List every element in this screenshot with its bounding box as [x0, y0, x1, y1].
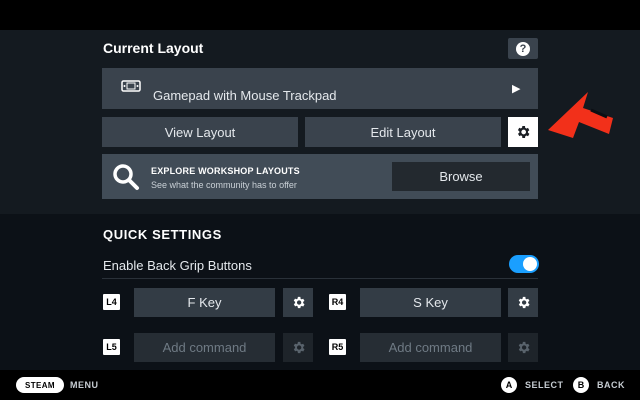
layout-name: Gamepad with Mouse Trackpad [153, 88, 337, 103]
r5-settings-button[interactable] [508, 333, 538, 362]
browse-button[interactable]: Browse [392, 162, 530, 191]
r4-settings-button[interactable] [508, 288, 538, 317]
gear-icon [518, 296, 529, 309]
view-layout-button[interactable]: View Layout [102, 117, 298, 147]
r5-badge: R5 [329, 339, 346, 355]
current-layout-title: Current Layout [103, 40, 204, 56]
back-grip-toggle[interactable] [509, 255, 539, 273]
workshop-banner: EXPLORE WORKSHOP LAYOUTS See what the co… [102, 154, 538, 199]
r4-command-button[interactable]: S Key [360, 288, 501, 317]
search-icon [113, 164, 139, 190]
workshop-subtitle: See what the community has to offer [151, 180, 297, 190]
l5-settings-button[interactable] [283, 333, 313, 362]
menu-label: MENU [70, 380, 99, 390]
gear-icon [518, 341, 529, 354]
l4-command-button[interactable]: F Key [134, 288, 275, 317]
a-button-icon: A [501, 377, 517, 393]
gear-icon [293, 341, 304, 354]
layout-settings-button[interactable] [508, 117, 538, 147]
r4-badge: R4 [329, 294, 346, 310]
l5-add-command-button[interactable]: Add command [134, 333, 275, 362]
top-bar [0, 0, 640, 30]
toggle-knob [523, 257, 537, 271]
b-button-icon: B [573, 377, 589, 393]
chevron-right-icon: ▶ [512, 83, 521, 95]
annotation-arrow [548, 92, 613, 138]
back-label: BACK [597, 380, 625, 390]
steam-button[interactable]: STEAM [16, 377, 64, 393]
current-layout-selector[interactable]: Gamepad with Mouse Trackpad ▶ [102, 68, 538, 109]
l4-settings-button[interactable] [283, 288, 313, 317]
workshop-title: EXPLORE WORKSHOP LAYOUTS [151, 166, 300, 176]
divider [102, 278, 538, 279]
help-button[interactable]: ? [508, 38, 538, 59]
select-label: SELECT [525, 380, 564, 390]
l4-badge: L4 [103, 294, 120, 310]
quick-settings-title: QUICK SETTINGS [103, 227, 222, 242]
r5-add-command-button[interactable]: Add command [360, 333, 501, 362]
gear-icon [293, 296, 304, 309]
gamepad-icon [121, 80, 141, 92]
l5-badge: L5 [103, 339, 120, 355]
edit-layout-button[interactable]: Edit Layout [305, 117, 501, 147]
gear-icon [517, 126, 530, 138]
question-mark-icon: ? [516, 41, 530, 56]
quick-settings-section [0, 214, 640, 370]
back-grip-label: Enable Back Grip Buttons [103, 258, 252, 273]
